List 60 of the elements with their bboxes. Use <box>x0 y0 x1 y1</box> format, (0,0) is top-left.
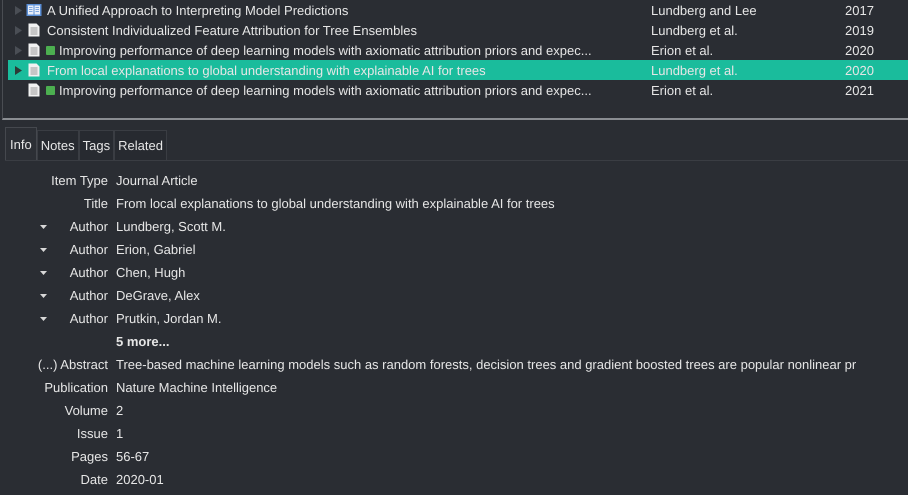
document-icon <box>28 63 40 77</box>
field-label: (...) Abstract <box>38 357 108 372</box>
field-value[interactable]: 56-67 <box>116 445 908 468</box>
field-label: Publication <box>44 380 108 395</box>
item-creator: Lundberg and Lee <box>651 2 758 18</box>
field-value[interactable]: From local explanations to global understanding with explainable AI for trees <box>116 192 908 215</box>
field-label: Item Type <box>51 173 108 188</box>
item-creator: Lundberg et al. <box>651 62 739 78</box>
field-label: Date <box>80 472 108 487</box>
item-year: 2021 <box>845 82 874 98</box>
item-title: A Unified Approach to Interpreting Model Predictions <box>47 2 350 18</box>
item-title: Improving performance of deep learning models with axiomatic attribution priors and expec... <box>59 42 593 58</box>
field-label: Author <box>70 311 108 326</box>
field-value[interactable]: Journal Article <box>116 169 908 192</box>
item-row[interactable]: Improving performance of deep learning models with axiomatic attribution priors and expec... Erion et al. 2020 <box>8 40 908 60</box>
dropdown-caret-icon <box>40 316 47 320</box>
item-row[interactable]: Improving performance of deep learning models with axiomatic attribution priors and expec... Erion et al. 2021 <box>8 80 908 100</box>
item-title: Consistent Individualized Feature Attribution for Tree Ensembles <box>47 22 418 38</box>
field-label: Author <box>70 288 108 303</box>
document-icon <box>28 83 40 97</box>
item-year: 2019 <box>845 22 874 38</box>
field-label: Issue <box>76 426 108 441</box>
field-value[interactable]: 2020-01 <box>116 468 908 491</box>
tab[interactable]: Related <box>114 130 167 160</box>
item-year: 2020 <box>845 62 874 78</box>
field-label: Title <box>84 196 108 211</box>
field-value[interactable]: 2 <box>116 399 908 422</box>
more-creators-link[interactable]: 5 more... <box>116 330 908 353</box>
tab[interactable]: Notes <box>36 130 79 160</box>
field-label: Author <box>70 265 108 280</box>
field-label: Author <box>70 242 108 257</box>
field-value[interactable]: Lundberg, Scott M. <box>116 215 908 238</box>
item-title: Improving performance of deep learning models with axiomatic attribution priors and expec... <box>59 82 593 98</box>
field-label: Author <box>70 219 108 234</box>
field-value[interactable]: Nature Machine Intelligence <box>116 376 908 399</box>
item-creator: Lundberg et al. <box>651 22 739 38</box>
field-value[interactable]: Chen, Hugh <box>116 261 908 284</box>
dropdown-caret-icon <box>40 270 47 274</box>
item-title: From local explanations to global understanding with explainable AI for trees <box>47 62 487 78</box>
field-value[interactable]: Erion, Gabriel <box>116 238 908 261</box>
field-value[interactable]: 1 <box>116 422 908 445</box>
item-year: 2020 <box>845 42 874 58</box>
document-icon <box>28 43 40 57</box>
field-label: Pages <box>71 449 108 464</box>
dropdown-caret-icon <box>40 294 47 298</box>
item-creator: Erion et al. <box>651 42 714 58</box>
field-value[interactable]: Prutkin, Jordan M. <box>116 307 908 330</box>
document-icon <box>28 23 40 37</box>
field-label: Volume <box>64 403 108 418</box>
field-value[interactable]: Tree-based machine learning models such as random forests, decision trees and gradient boosted trees are popular nonlinear pr <box>116 353 908 376</box>
item-row[interactable]: Consistent Individualized Feature Attribution for Tree Ensembles Lundberg et al. 2019 <box>8 20 908 40</box>
dropdown-caret-icon <box>40 248 47 252</box>
item-creator: Erion et al. <box>651 82 714 98</box>
book-icon <box>26 3 42 17</box>
field-value[interactable]: DeGrave, Alex <box>116 284 908 307</box>
tab[interactable]: Info <box>5 127 37 160</box>
tab[interactable]: Tags <box>78 130 114 160</box>
dropdown-caret-icon <box>40 224 47 228</box>
item-year: 2017 <box>845 2 874 18</box>
item-row[interactable]: A Unified Approach to Interpreting Model Predictions Lundberg and Lee 2017 <box>8 0 908 20</box>
